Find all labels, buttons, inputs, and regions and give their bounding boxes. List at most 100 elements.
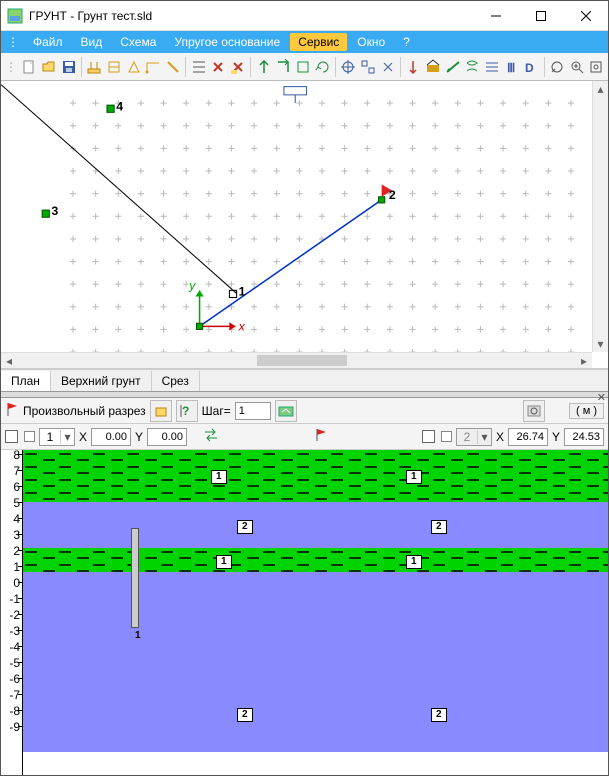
window-title: ГРУНТ - Грунт тест.sld <box>29 9 473 23</box>
svg-text:2: 2 <box>389 188 396 202</box>
left-checkbox[interactable] <box>5 430 18 443</box>
tool-21-icon[interactable] <box>443 56 462 78</box>
tool-10-icon[interactable] <box>209 56 228 78</box>
svg-text:?: ? <box>182 404 189 418</box>
minimize-button[interactable] <box>473 1 518 31</box>
point-3[interactable]: 3 <box>42 204 58 218</box>
top-marker-icon <box>284 87 307 103</box>
section-btn-a[interactable] <box>150 400 172 422</box>
right-y-label: Y <box>552 430 560 444</box>
section-btn-c[interactable] <box>523 400 545 422</box>
left-x-input[interactable] <box>91 428 131 446</box>
tool-26-icon[interactable] <box>548 56 567 78</box>
pile-1[interactable] <box>131 528 139 628</box>
splitter[interactable]: ✕ <box>1 391 608 398</box>
tool-04-icon[interactable] <box>85 56 104 78</box>
scroll-left-icon[interactable]: ◂ <box>1 353 17 368</box>
layer-label: 2 <box>431 708 447 722</box>
left-point-combo[interactable]: 1▾ <box>39 428 75 446</box>
plan-drawing: x y 1 2 3 <box>1 81 608 368</box>
svg-text:3: 3 <box>51 204 58 218</box>
menu-scheme[interactable]: Схема <box>112 33 164 51</box>
plan-panel: x y 1 2 3 <box>1 81 608 391</box>
step-label: Шаг= <box>202 404 231 418</box>
save-file-icon[interactable] <box>59 56 78 78</box>
tool-23-icon[interactable] <box>483 56 502 78</box>
tool-09-icon[interactable] <box>189 56 208 78</box>
tool-13-icon[interactable] <box>274 56 293 78</box>
tab-plan[interactable]: План <box>1 371 51 392</box>
layer-label: 1 <box>216 555 232 569</box>
tool-12-icon[interactable] <box>254 56 273 78</box>
right-x-label: X <box>496 430 504 444</box>
tool-06-icon[interactable] <box>124 56 143 78</box>
maximize-button[interactable] <box>518 1 563 31</box>
hscroll-thumb[interactable] <box>257 355 347 366</box>
svg-text:4: 4 <box>116 99 123 113</box>
section-help-icon[interactable]: ? <box>176 400 198 422</box>
toolbar-handle-icon: ⋮ <box>3 60 19 74</box>
tool-16-icon[interactable] <box>339 56 358 78</box>
right-x-input[interactable] <box>508 428 548 446</box>
right-checkbox[interactable] <box>422 430 435 443</box>
toolbar: ⋮ Ⅲ D <box>1 53 608 81</box>
tool-08-icon[interactable] <box>164 56 183 78</box>
tab-slice[interactable]: Срез <box>152 371 200 391</box>
center-flag-button[interactable] <box>314 428 328 445</box>
close-button[interactable] <box>563 1 608 31</box>
menu-help[interactable]: ? <box>395 33 418 51</box>
tool-28-icon[interactable] <box>587 56 606 78</box>
menu-service[interactable]: Сервис <box>290 33 347 51</box>
panel-close-icon[interactable]: ✕ <box>597 391 606 404</box>
section-canvas[interactable]: 876543210-1-2-3-4-5-6-7-8-9 1 1 2 2 1 1 … <box>1 450 608 775</box>
section-toolbar-2: 1▾ X Y 2▾ X Y <box>1 424 608 450</box>
menubar: ⋮ Файл Вид Схема Упругое основание Серви… <box>1 31 608 53</box>
point-4[interactable]: 4 <box>107 99 123 113</box>
tool-05-icon[interactable] <box>105 56 124 78</box>
right-point-combo[interactable]: 2▾ <box>456 428 492 446</box>
menu-view[interactable]: Вид <box>73 33 111 51</box>
scroll-down-icon[interactable]: ▾ <box>593 336 608 352</box>
zoom-extents-icon[interactable] <box>567 56 586 78</box>
menu-file[interactable]: Файл <box>25 33 71 51</box>
tool-25-icon[interactable]: D <box>522 56 541 78</box>
tab-top-soil[interactable]: Верхний грунт <box>51 371 152 391</box>
left-y-input[interactable] <box>147 428 187 446</box>
tool-20-icon[interactable] <box>424 56 443 78</box>
svg-text:D: D <box>525 61 534 75</box>
tool-24-icon[interactable]: Ⅲ <box>502 56 521 78</box>
plan-hscroll[interactable]: ◂ ▸ <box>1 352 592 368</box>
new-file-icon[interactable] <box>20 56 39 78</box>
tool-15-icon[interactable] <box>313 56 332 78</box>
plan-vscroll[interactable]: ▴ ▾ <box>592 81 608 352</box>
unit-label[interactable]: ( м ) <box>569 403 604 419</box>
plan-tabs: План Верхний грунт Срез <box>1 369 608 391</box>
menu-elastic[interactable]: Упругое основание <box>166 33 288 51</box>
menu-window[interactable]: Окно <box>349 33 393 51</box>
layer-1b <box>23 548 608 572</box>
tool-17-icon[interactable] <box>359 56 378 78</box>
pile-label: 1 <box>135 630 141 641</box>
swap-button[interactable] <box>203 428 219 445</box>
tool-19-icon[interactable] <box>404 56 423 78</box>
right-marker-icon <box>441 431 452 442</box>
plan-canvas[interactable]: x y 1 2 3 <box>1 81 608 369</box>
tool-18-icon[interactable] <box>378 56 397 78</box>
left-y-label: Y <box>135 430 143 444</box>
flag-icon <box>5 401 19 420</box>
origin-point[interactable]: x y 1 <box>1 85 246 334</box>
open-file-icon[interactable] <box>40 56 59 78</box>
section-line[interactable] <box>200 200 382 327</box>
tool-11-icon[interactable] <box>229 56 248 78</box>
step-input[interactable] <box>235 402 271 420</box>
tool-14-icon[interactable] <box>294 56 313 78</box>
scroll-right-icon[interactable]: ▸ <box>576 353 592 368</box>
svg-text:x: x <box>238 319 246 333</box>
right-y-input[interactable] <box>564 428 604 446</box>
section-btn-b[interactable] <box>275 400 297 422</box>
scroll-up-icon[interactable]: ▴ <box>593 81 608 97</box>
layer-2b <box>23 572 608 752</box>
tool-22-icon[interactable] <box>463 56 482 78</box>
tool-07-icon[interactable] <box>144 56 163 78</box>
left-x-label: X <box>79 430 87 444</box>
